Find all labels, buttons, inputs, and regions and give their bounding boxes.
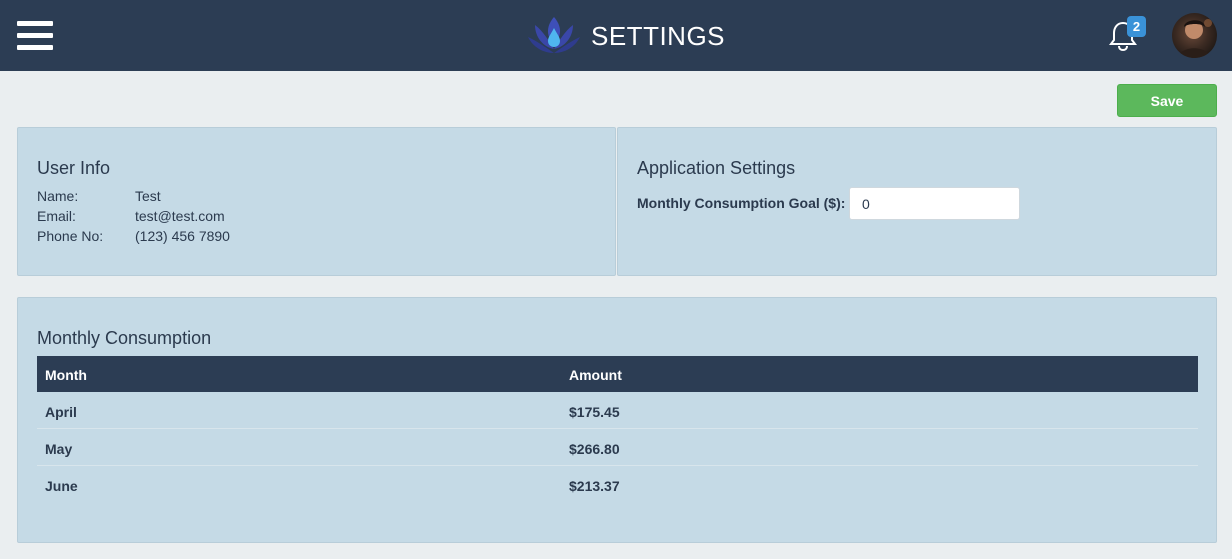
name-label: Name:: [37, 188, 79, 204]
consumption-table: Month Amount April $175.45 May $266.80 J…: [37, 356, 1198, 503]
application-settings-panel: Application Settings Monthly Consumption…: [617, 127, 1217, 276]
phone-value: (123) 456 7890: [135, 228, 230, 244]
email-label: Email:: [37, 208, 76, 224]
amount-cell: $213.37: [569, 478, 620, 494]
amount-cell: $266.80: [569, 441, 620, 457]
month-cell: June: [45, 478, 78, 494]
consumption-goal-input[interactable]: [849, 187, 1020, 220]
brand: SETTINGS: [527, 14, 725, 58]
email-value: test@test.com: [135, 208, 225, 224]
user-info-panel: User Info Name: Test Email: test@test.co…: [17, 127, 616, 276]
table-row: May $266.80: [37, 429, 1198, 466]
name-value: Test: [135, 188, 161, 204]
column-header-amount[interactable]: Amount: [569, 367, 622, 383]
table-row: April $175.45: [37, 392, 1198, 429]
lotus-drop-logo: [528, 17, 580, 53]
month-cell: May: [45, 441, 73, 457]
column-header-month[interactable]: Month: [45, 367, 87, 383]
monthly-consumption-title: Monthly Consumption: [37, 328, 212, 348]
amount-cell: $175.45: [569, 404, 620, 420]
monthly-consumption-panel: Monthly Consumption Month Amount April $…: [17, 297, 1217, 543]
page-title: SETTINGS: [591, 20, 726, 51]
table-header: Month Amount: [37, 356, 1198, 392]
user-info-title: User Info: [37, 158, 111, 178]
table-row: June $213.37: [37, 466, 1198, 503]
avatar-photo: [1178, 19, 1212, 58]
notification-badge[interactable]: 2: [1127, 16, 1146, 37]
phone-label: Phone No:: [37, 228, 104, 244]
consumption-goal-label: Monthly Consumption Goal ($):: [637, 195, 846, 211]
save-button[interactable]: Save: [1117, 84, 1217, 117]
month-cell: April: [45, 404, 77, 420]
user-avatar[interactable]: [1172, 13, 1217, 58]
hamburger-menu-icon[interactable]: [17, 21, 53, 51]
application-settings-title: Application Settings: [637, 158, 796, 178]
top-navbar: SETTINGS 2: [0, 0, 1232, 71]
